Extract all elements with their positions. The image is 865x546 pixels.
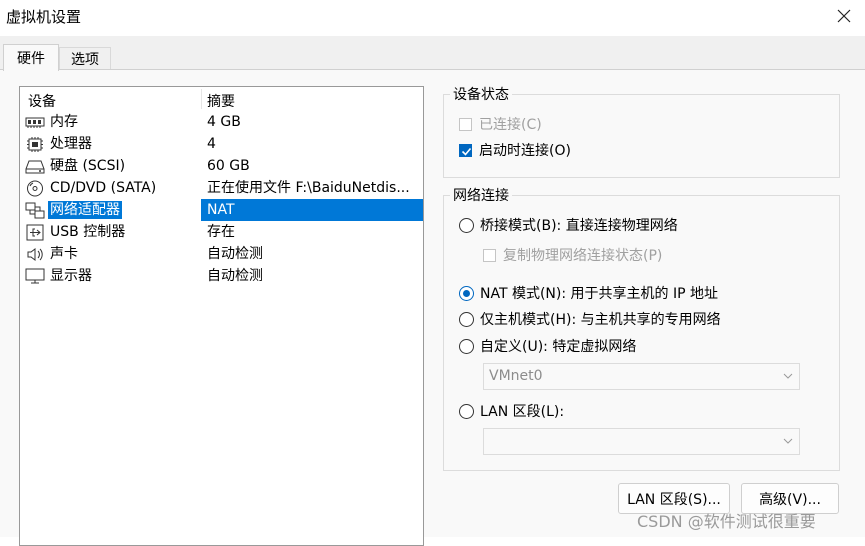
- device-summary: 正在使用文件 F:\BaiduNetdis...: [207, 180, 410, 196]
- title-bar: 虚拟机设置: [0, 0, 865, 36]
- radio-dot: [459, 285, 474, 301]
- tab-hardware[interactable]: 硬件: [3, 44, 59, 71]
- device-status-group: 设备状态: [443, 84, 840, 178]
- device-name: 声卡: [50, 246, 78, 262]
- chevron-down-icon: [783, 438, 793, 444]
- tab-strip: 硬件 选项: [0, 36, 865, 71]
- nat-mode-label: NAT 模式(N): 用于共享主机的 IP 地址: [480, 286, 718, 302]
- network-adapter-icon: [25, 202, 45, 219]
- device-summary: 自动检测: [207, 246, 263, 262]
- close-button[interactable]: [822, 0, 865, 32]
- connect-at-power-on-checkbox[interactable]: 启动时连接(O): [459, 140, 571, 160]
- lan-segment-radio[interactable]: LAN 区段(L):: [459, 401, 564, 421]
- device-name: 显示器: [50, 268, 92, 284]
- column-divider[interactable]: [201, 89, 202, 109]
- cd-dvd-icon: [27, 180, 43, 197]
- radio-dot: [459, 403, 474, 419]
- bridged-mode-label: 桥接模式(B): 直接连接物理网络: [480, 218, 678, 234]
- checkbox-box: [459, 117, 472, 131]
- device-summary: 存在: [207, 224, 235, 240]
- checkbox-box: [459, 143, 472, 157]
- custom-network-value: VMnet0: [489, 368, 543, 384]
- radio-dot: [459, 217, 474, 233]
- column-header-device[interactable]: 设备: [28, 91, 56, 111]
- device-list[interactable]: 设备 摘要 内存 4 GB 处理器 4 硬盘 (SCSI) 60 GB CD/D…: [19, 86, 424, 546]
- nat-mode-radio[interactable]: NAT 模式(N): 用于共享主机的 IP 地址: [459, 283, 718, 303]
- replicate-state-label: 复制物理网络连接状态(P): [503, 248, 663, 264]
- replicate-state-checkbox[interactable]: 复制物理网络连接状态(P): [483, 245, 662, 265]
- sound-icon: [27, 248, 43, 261]
- close-icon: [837, 9, 850, 23]
- connect-at-power-on-label: 启动时连接(O): [479, 143, 571, 159]
- device-row-cd-dvd[interactable]: CD/DVD (SATA) 正在使用文件 F:\BaiduNetdis...: [20, 177, 423, 199]
- radio-dot: [459, 338, 474, 354]
- processor-icon: [27, 137, 43, 152]
- device-name: 硬盘 (SCSI): [50, 158, 126, 174]
- device-status-legend: 设备状态: [450, 84, 512, 104]
- device-summary: 4 GB: [207, 114, 241, 130]
- device-row-usb[interactable]: USB 控制器 存在: [20, 221, 423, 243]
- chevron-down-icon: [783, 373, 793, 379]
- connected-checkbox[interactable]: 已连接(C): [459, 114, 542, 134]
- device-row-sound[interactable]: 声卡 自动检测: [20, 243, 423, 265]
- bridged-mode-radio[interactable]: 桥接模式(B): 直接连接物理网络: [459, 215, 678, 235]
- device-row-memory[interactable]: 内存 4 GB: [20, 111, 423, 133]
- custom-network-select[interactable]: VMnet0: [483, 363, 800, 390]
- device-list-header: 设备 摘要: [20, 87, 423, 111]
- host-only-radio[interactable]: 仅主机模式(H): 与主机共享的专用网络: [459, 309, 721, 329]
- display-icon: [25, 268, 45, 284]
- device-summary: 60 GB: [207, 158, 250, 174]
- lan-segment-select[interactable]: [483, 428, 800, 455]
- device-row-harddisk[interactable]: 硬盘 (SCSI) 60 GB: [20, 155, 423, 177]
- harddisk-icon: [25, 160, 45, 174]
- device-row-network-adapter[interactable]: 网络适配器 NAT: [20, 199, 423, 221]
- device-name: 处理器: [50, 136, 92, 152]
- device-summary: NAT: [207, 202, 235, 218]
- checkmark-icon: [461, 147, 472, 156]
- watermark: CSDN @软件测试很重要: [637, 512, 816, 531]
- host-only-label: 仅主机模式(H): 与主机共享的专用网络: [480, 312, 721, 328]
- device-name: CD/DVD (SATA): [50, 180, 157, 196]
- column-header-summary[interactable]: 摘要: [207, 91, 235, 111]
- device-name: USB 控制器: [50, 224, 126, 240]
- device-summary: 自动检测: [207, 268, 263, 284]
- custom-label: 自定义(U): 特定虚拟网络: [480, 339, 637, 355]
- tab-options[interactable]: 选项: [59, 47, 111, 70]
- connected-label: 已连接(C): [479, 117, 542, 133]
- usb-icon: [26, 224, 44, 241]
- device-row-processor[interactable]: 处理器 4: [20, 133, 423, 155]
- device-row-display[interactable]: 显示器 自动检测: [20, 265, 423, 287]
- lan-segment-label: LAN 区段(L):: [480, 404, 565, 420]
- window-title: 虚拟机设置: [6, 8, 82, 26]
- checkbox-box: [483, 248, 496, 262]
- custom-radio[interactable]: 自定义(U): 特定虚拟网络: [459, 336, 636, 356]
- device-summary: 4: [207, 136, 216, 152]
- network-connection-legend: 网络连接: [450, 185, 512, 205]
- device-name: 内存: [50, 114, 78, 130]
- radio-dot: [459, 311, 474, 327]
- device-name: 网络适配器: [47, 200, 123, 220]
- memory-icon: [25, 117, 45, 128]
